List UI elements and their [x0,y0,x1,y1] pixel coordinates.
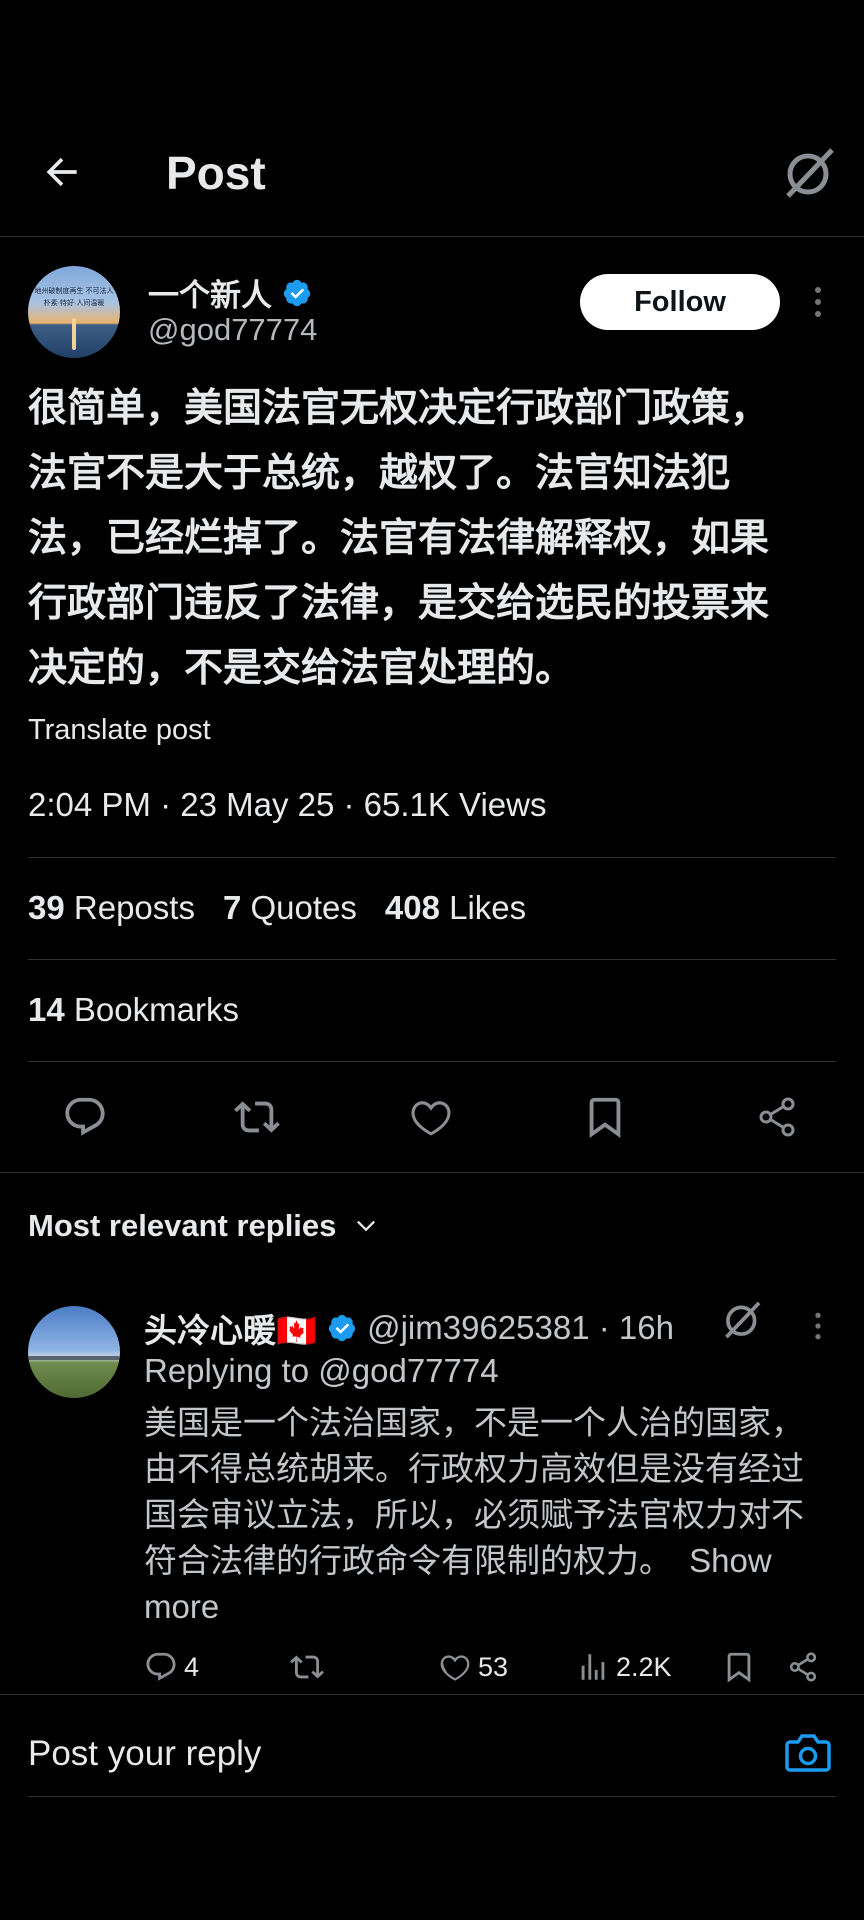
bridge-shape [28,1356,120,1360]
reply-composer-input[interactable]: Post your reply [28,1734,261,1774]
replies-filter-dropdown[interactable]: Most relevant replies [28,1208,380,1244]
reply-handle-time[interactable]: @jim39625381 · 16h [367,1309,674,1347]
chevron-down-icon [357,1220,376,1232]
reply-text-line: 由不得总统胡来。行政权力高效但是没有经过 [144,1450,804,1487]
share-icon [759,1097,795,1137]
follow-button[interactable]: Follow [580,274,780,330]
reply-icon [146,1652,176,1681]
avatar-caption: 朴素·特好·人间温暖 [43,300,105,307]
bookmark-icon [589,1097,621,1138]
reply-text-line: 符合法律的行政命令有限制的权力。 [144,1542,672,1579]
stats-row: 39 Reposts 7 Quotes 408 Likes [28,889,526,927]
reply-button[interactable] [62,1094,108,1140]
author-name-row[interactable]: 一个新人 [148,270,312,315]
reply-header: 头冷心暖🇨🇦 @jim39625381 · 16h [144,1304,674,1352]
replies-filter-label: Most relevant replies [28,1208,337,1243]
post-text-line: 很简单，美国法官无权决定行政部门政策， [28,387,770,430]
grok-button[interactable] [782,146,836,200]
more-options-button[interactable] [808,284,828,320]
reply-more-options-button[interactable] [808,1310,828,1342]
reply-grok-button[interactable] [722,1300,762,1340]
replying-to[interactable]: Replying to @god77774 [144,1352,499,1390]
reply-author-name[interactable]: 头冷心暖🇨🇦 [144,1304,317,1352]
reply-text-line: 国会审议立法，所以，必须赋予法官权力对不 [144,1496,804,1533]
grok-icon [786,148,834,198]
reposts-count: 39 [28,889,65,926]
post-meta: 2:04 PM · 23 May 25 · 65.1K Views [28,786,547,823]
heart-icon [411,1101,451,1136]
divider [0,1172,864,1173]
reply-icon [65,1097,105,1136]
repost-button[interactable] [234,1094,280,1140]
post-text-line: 决定的，不是交给法官处理的。 [28,647,575,690]
reposts-stat[interactable]: 39 Reposts [28,889,195,927]
divider [28,857,836,858]
reply-like-count: 53 [478,1651,509,1682]
repost-icon [290,1655,324,1679]
reply-comment-count: 4 [184,1651,200,1682]
like-button[interactable] [408,1094,454,1140]
more-vertical-icon [815,1312,821,1340]
camera-icon [785,1734,831,1772]
show-more-link[interactable]: more [144,1584,804,1630]
grok-icon [725,1301,761,1339]
translate-post-link[interactable]: Translate post [28,714,211,747]
reply-views-button[interactable]: 2.2K [576,1650,672,1684]
views-chart-icon [581,1654,605,1680]
bookmarks-label: Bookmarks [73,991,239,1028]
divider [28,1061,836,1062]
header-divider [0,236,864,237]
divider [28,959,836,960]
sun-reflection [72,318,76,350]
post-text-line: 行政部门违反了法律，是交给选民的投票来 [28,582,770,625]
reposts-label: Reposts [73,889,195,926]
bookmarks-count: 14 [28,991,65,1028]
verified-badge-icon [283,279,311,306]
author-name: 一个新人 [148,278,272,313]
likes-label: Likes [449,889,527,926]
reply-like-button[interactable]: 53 [438,1650,508,1684]
reply-share-button[interactable] [786,1650,820,1684]
quotes-count: 7 [222,889,242,926]
quotes-stat[interactable]: 7 Quotes [223,889,357,927]
quotes-label: Quotes [250,889,357,926]
composer-divider [28,1796,836,1797]
page-title: Post [166,147,266,199]
reply-author-avatar[interactable] [28,1306,120,1398]
reply-text-line-last: 符合法律的行政命令有限制的权力。 Show [144,1538,804,1584]
bookmark-icon [727,1652,751,1683]
author-avatar[interactable]: 地州破制度再生 不可法人 朴素·特好·人间温暖 [28,266,120,358]
reply-comment-button[interactable]: 4 [144,1650,199,1684]
post-text-line: 法官不是大于总统，越权了。法官知法犯 [28,452,731,495]
back-button[interactable] [40,150,84,194]
bookmarks-stat[interactable]: 14 Bookmarks [28,991,239,1029]
repost-icon [234,1101,280,1133]
share-icon [789,1652,817,1682]
show-more-link[interactable]: Show [689,1542,772,1579]
camera-button[interactable] [784,1730,832,1776]
reply-repost-button[interactable] [290,1650,324,1684]
reply-views-count: 2.2K [616,1651,672,1682]
bookmark-button[interactable] [582,1094,628,1140]
share-button[interactable] [754,1094,800,1140]
heart-icon [440,1655,470,1681]
reply-bookmark-button[interactable] [722,1650,756,1684]
arrow-left-icon [46,157,77,187]
reply-text: 美国是一个法治国家，不是一个人治的国家， 由不得总统胡来。行政权力高效但是没有经… [144,1400,804,1630]
post-text-line: 法，已经烂掉了。法官有法律解释权，如果 [28,517,770,560]
divider [0,1694,864,1695]
post-text: 很简单，美国法官无权决定行政部门政策， 法官不是大于总统，越权了。法官知法犯 法… [28,376,769,701]
author-handle[interactable]: @god77774 [148,312,317,348]
reply-text-line: 美国是一个法治国家，不是一个人治的国家， [144,1404,804,1441]
likes-stat[interactable]: 408 Likes [385,889,526,927]
likes-count: 408 [384,889,440,926]
avatar-caption: 地州破制度再生 不可法人 [34,288,114,295]
more-vertical-icon [815,287,821,317]
verified-badge-icon [328,1314,356,1342]
